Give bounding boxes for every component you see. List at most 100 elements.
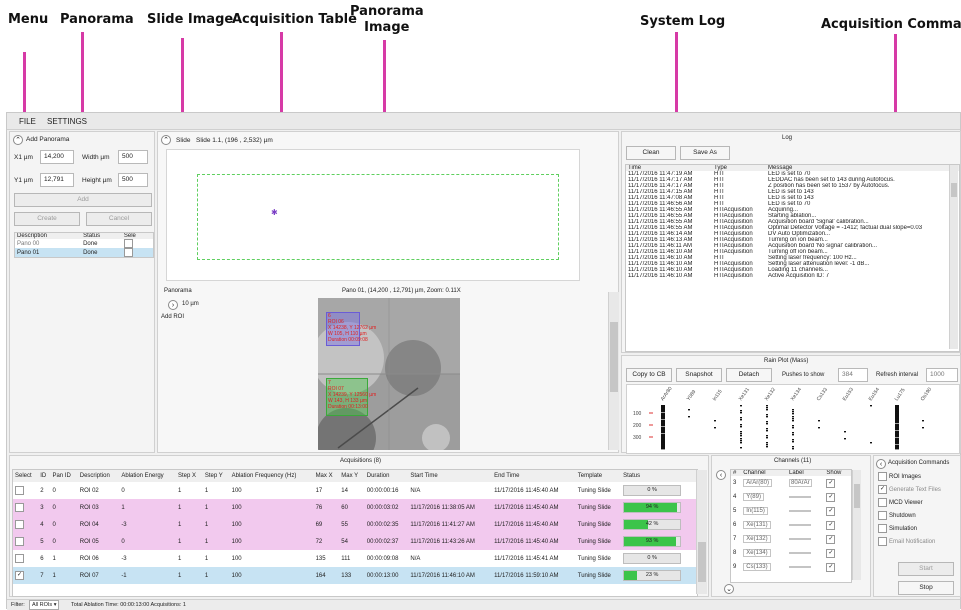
acquisition-row[interactable]: 3 0 ROI 03 1 1 1 100 76 60 00:00:03:02 11/17/2016 … — [13, 499, 697, 516]
acq-col-14[interactable]: Status — [621, 470, 697, 482]
channels-scrollbar[interactable] — [852, 470, 861, 580]
acq-col-8[interactable]: Max X — [314, 470, 340, 482]
channel-row[interactable]: 7 Xe(132) ✓ — [731, 532, 851, 546]
panorama-expand-icon[interactable]: › — [168, 300, 178, 310]
slide-image[interactable]: ✱ — [166, 149, 580, 281]
channel-show-checkbox[interactable]: ✓ — [826, 548, 836, 558]
acq-select-checkbox[interactable] — [15, 554, 24, 563]
channel-label[interactable] — [789, 566, 811, 568]
channels-scrollbar-thumb[interactable] — [854, 484, 860, 508]
acq-select-checkbox[interactable] — [15, 503, 24, 512]
acq-col-10[interactable]: Duration — [365, 470, 409, 482]
acq-col-2[interactable]: Pan ID — [50, 470, 77, 482]
menu-file[interactable]: FILE — [19, 117, 36, 126]
channel-show-checkbox[interactable]: ✓ — [826, 534, 836, 544]
command-option[interactable]: MCD Viewer — [878, 498, 923, 507]
channel-show-checkbox[interactable]: ✓ — [826, 520, 836, 530]
channel-show-checkbox[interactable]: ✓ — [826, 506, 836, 516]
acquisitions-scrollbar-thumb[interactable] — [698, 542, 706, 582]
commands-collapse-icon[interactable]: ‹ — [876, 459, 886, 469]
rain-plot[interactable]: ArAr80 Y089 In115 Xe131 Xe132 Xe134 Cs133 Eu153… — [626, 384, 960, 454]
acq-col-13[interactable]: Template — [576, 470, 621, 482]
clean-button[interactable]: Clean — [626, 146, 676, 160]
panorama-row[interactable]: Pano 00 Done — [15, 239, 153, 248]
panorama-select-checkbox[interactable] — [123, 248, 133, 257]
acquisition-row[interactable]: ✓ 7 1 ROI 07 -1 1 1 100 164 133 00:00:13:00 11/17/2… — [13, 567, 697, 584]
acq-col-7[interactable]: Ablation Frequency (Hz) — [230, 470, 314, 482]
acquisition-row[interactable]: 2 0 ROI 02 0 1 1 100 17 14 00:00:00:16 N/A 11/17/20… — [13, 482, 697, 499]
command-option[interactable]: Simulation — [878, 524, 917, 533]
collapse-slide-icon[interactable]: ⌃ — [161, 135, 171, 145]
panorama-scrollbar-thumb[interactable] — [610, 322, 618, 392]
channels-expand-icon[interactable]: ⌄ — [724, 584, 734, 594]
command-option-checkbox[interactable] — [878, 472, 887, 481]
channel-label[interactable]: 80ArAr — [789, 479, 812, 487]
panorama-image[interactable]: 6 ROI 06 X 14238, Y 12762 µm W 105, H 11… — [318, 298, 460, 450]
channel-label[interactable] — [789, 552, 811, 554]
acq-col-11[interactable]: Start Time — [408, 470, 492, 482]
acq-col-0[interactable]: Select — [13, 470, 38, 482]
create-button[interactable]: Create — [14, 212, 80, 226]
command-option-checkbox[interactable] — [878, 524, 887, 533]
acquisitions-scrollbar[interactable] — [696, 470, 707, 594]
copy-to-cb-button[interactable]: Copy to CB — [626, 368, 672, 382]
acq-col-5[interactable]: Step X — [176, 470, 203, 482]
refresh-interval-input[interactable]: 1000 — [926, 368, 958, 382]
channel-name[interactable]: Y(89) — [743, 493, 764, 501]
command-option[interactable]: Email Notification — [878, 537, 935, 546]
channel-name[interactable]: Cs(133) — [743, 563, 771, 571]
collapse-panorama-icon[interactable]: ⌃ — [13, 135, 23, 145]
panorama-row[interactable]: Pano 01 Done — [15, 248, 153, 257]
log-row[interactable]: 11/17/2016 11:46:10 AM HTIAcquisition Acti… — [626, 273, 959, 279]
acq-col-4[interactable]: Ablation Energy — [119, 470, 176, 482]
acq-col-1[interactable]: ID — [38, 470, 50, 482]
command-option[interactable]: ROI Images — [878, 472, 921, 481]
channel-row[interactable]: 5 In(115) ✓ — [731, 504, 851, 518]
acquisition-row[interactable]: 6 1 ROI 06 -3 1 1 100 135 111 00:00:09:08 N/A 11/17… — [13, 550, 697, 567]
add-button[interactable]: Add — [14, 193, 152, 207]
channel-row[interactable]: 6 Xe(131) ✓ — [731, 518, 851, 532]
channel-label[interactable] — [789, 524, 811, 526]
command-option-checkbox[interactable] — [878, 498, 887, 507]
pushes-input[interactable]: 384 — [838, 368, 868, 382]
channel-row[interactable]: 9 Cs(133) ✓ — [731, 560, 851, 574]
acq-col-9[interactable]: Max Y — [339, 470, 365, 482]
acquisition-row[interactable]: 4 0 ROI 04 -3 1 1 100 69 55 00:00:02:35 11/17/2016… — [13, 516, 697, 533]
menu-settings[interactable]: SETTINGS — [47, 117, 87, 126]
log-scrollbar-thumb[interactable] — [951, 183, 957, 197]
add-roi-link[interactable]: Add ROI — [161, 314, 184, 320]
width-input[interactable]: 500 — [118, 150, 148, 164]
acq-select-checkbox[interactable]: ✓ — [15, 571, 24, 580]
log-table[interactable]: Time Type Message 11/17/2016 11:47:19 AM… — [625, 164, 960, 352]
channels-collapse-icon[interactable]: ‹ — [716, 470, 726, 480]
channel-row[interactable]: 8 Xe(134) ✓ — [731, 546, 851, 560]
acq-select-checkbox[interactable] — [15, 537, 24, 546]
command-option[interactable]: Shutdown — [878, 511, 916, 520]
channel-name[interactable]: Xe(134) — [743, 549, 771, 557]
stop-button[interactable]: Stop — [898, 581, 954, 595]
channel-row[interactable]: 4 Y(89) ✓ — [731, 490, 851, 504]
panorama-scrollbar[interactable] — [608, 292, 619, 450]
panorama-select-checkbox[interactable] — [123, 239, 133, 248]
channel-label[interactable] — [789, 510, 811, 512]
cancel-button[interactable]: Cancel — [86, 212, 152, 226]
command-option-checkbox[interactable] — [878, 537, 887, 546]
acq-col-3[interactable]: Description — [78, 470, 120, 482]
channel-name[interactable]: Xe(132) — [743, 535, 771, 543]
acq-col-12[interactable]: End Time — [492, 470, 576, 482]
acq-select-checkbox[interactable] — [15, 486, 24, 495]
channel-name[interactable]: Xe(131) — [743, 521, 771, 529]
channel-name[interactable]: In(115) — [743, 507, 768, 515]
command-option-checkbox[interactable] — [878, 511, 887, 520]
channel-show-checkbox[interactable]: ✓ — [826, 562, 836, 572]
acquisition-row[interactable]: 5 0 ROI 05 0 1 1 100 72 54 00:00:02:37 11/17/2016 … — [13, 533, 697, 550]
command-option[interactable]: ✓ Generate Text Files — [878, 485, 941, 494]
channels-table[interactable]: # Channel Label Show 3 ArAr(80) 80ArAr ✓ 4 Y(… — [730, 469, 852, 583]
channel-show-checkbox[interactable]: ✓ — [826, 478, 836, 488]
start-button[interactable]: Start — [898, 562, 954, 576]
channel-label[interactable] — [789, 538, 811, 540]
y1-input[interactable]: 12,791 — [40, 173, 74, 187]
channel-row[interactable]: 3 ArAr(80) 80ArAr ✓ — [731, 476, 851, 490]
channel-name[interactable]: ArAr(80) — [743, 479, 772, 487]
log-scrollbar[interactable] — [949, 165, 958, 349]
